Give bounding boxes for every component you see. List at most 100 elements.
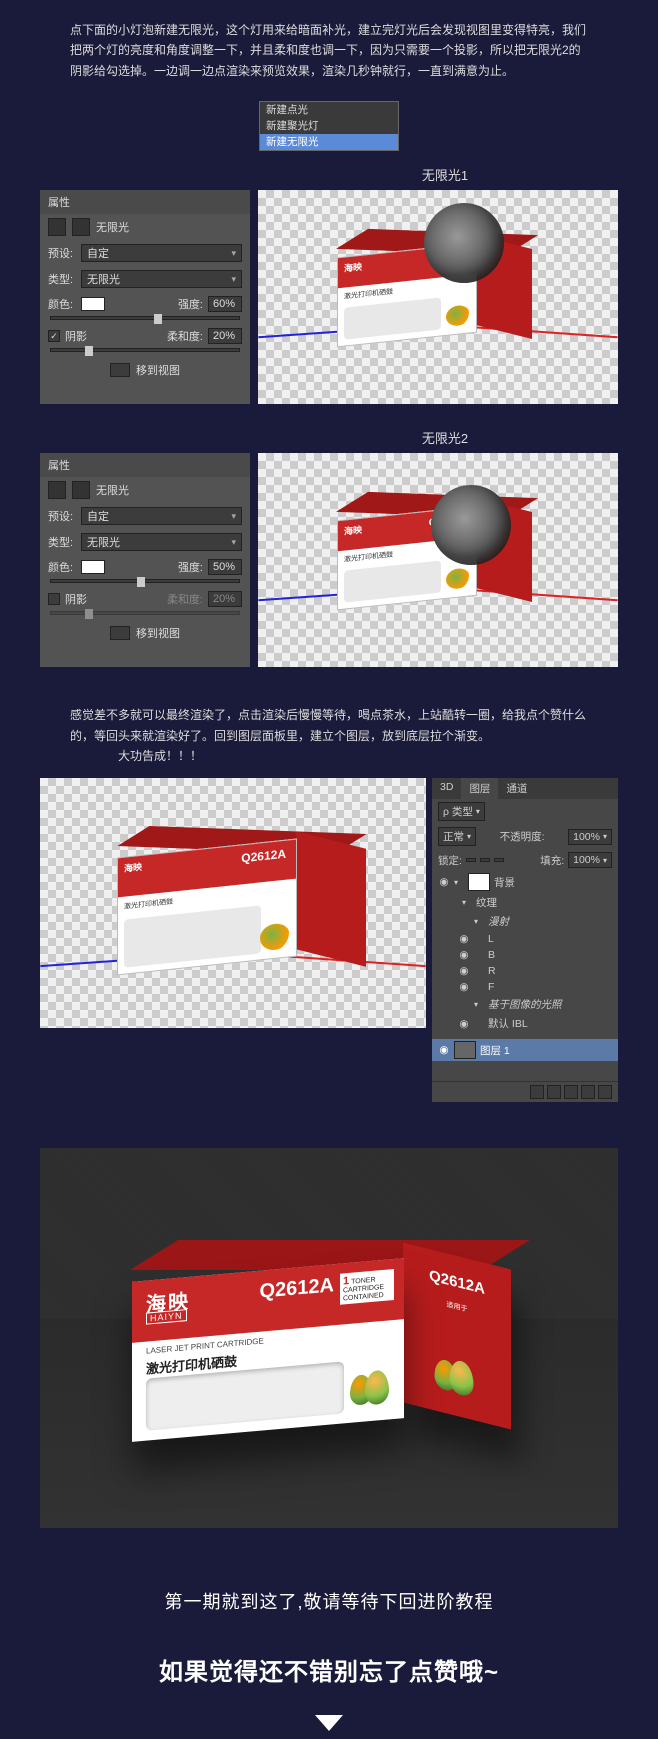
stage1-label: 无限光1: [345, 165, 545, 184]
menu-item-spot[interactable]: 新建聚光灯: [260, 118, 398, 134]
preset-label: 预设:: [48, 508, 76, 524]
layers-panel: 3D 图层 通道 ρ 类型▾ 正常▾ 不透明度: 100%▾ 锁定: 填充: 1…: [432, 778, 618, 1102]
soft-slider[interactable]: [50, 348, 240, 352]
layer-textures[interactable]: ▾ 纹理: [432, 893, 618, 912]
closing-2: 如果觉得还不错别忘了点赞哦~: [0, 1624, 658, 1697]
eye-icon[interactable]: ◉: [438, 1044, 450, 1056]
folder-icon[interactable]: [564, 1085, 578, 1099]
color-swatch[interactable]: [81, 560, 105, 574]
move-to-view-button[interactable]: 移到视图: [136, 362, 180, 378]
menu-item-infinite[interactable]: 新建无限光: [260, 134, 398, 150]
preset-select[interactable]: 自定▾: [81, 244, 242, 262]
light-name: 无限光: [96, 482, 129, 498]
soft-label: 柔和度:: [167, 591, 203, 607]
panel-head: 属性: [40, 190, 250, 214]
trash-icon[interactable]: [598, 1085, 612, 1099]
blend-mode-select[interactable]: 正常▾: [438, 827, 476, 846]
product-box-final: Q2612A 适用于 海映 HAIYN Q2612A 1TONER CARTRI…: [132, 1270, 512, 1450]
final-render: Q2612A 适用于 海映 HAIYN Q2612A 1TONER CARTRI…: [40, 1148, 618, 1528]
soft-value: 20%: [208, 591, 242, 607]
layer-f[interactable]: ◉F: [432, 979, 618, 995]
side-sub: 适用于: [415, 1291, 499, 1322]
move-to-view-button[interactable]: 移到视图: [136, 625, 180, 641]
type-select[interactable]: 无限光▾: [81, 533, 242, 551]
layer-default-ibl[interactable]: ◉默认 IBL: [432, 1014, 618, 1033]
intensity-label: 强度:: [178, 559, 203, 575]
kind-filter[interactable]: ρ 类型▾: [438, 802, 485, 821]
light-name: 无限光: [96, 219, 129, 235]
type-select[interactable]: 无限光▾: [81, 270, 242, 288]
eye-icon[interactable]: ◉: [438, 876, 450, 888]
intensity-slider[interactable]: [50, 316, 240, 320]
viewport-1: 海映 Q2612A 激光打印机硒鼓: [258, 190, 618, 404]
layer-diffuse[interactable]: ▾ 漫射: [432, 912, 618, 931]
intensity-slider[interactable]: [50, 579, 240, 583]
down-arrow-icon: [315, 1715, 343, 1731]
viewport-2: 海映 Q2612A 激光打印机硒鼓: [258, 453, 618, 667]
lock-icon[interactable]: [466, 858, 476, 862]
shadow-checkbox[interactable]: [48, 593, 60, 605]
mode-icon[interactable]: [72, 481, 90, 499]
type-label: 类型:: [48, 534, 76, 550]
new-layer-icon[interactable]: [581, 1085, 595, 1099]
layer-ibl[interactable]: ▾基于图像的光照: [432, 995, 618, 1014]
closing-1: 第一期就到这了,敬请等待下回进阶教程: [0, 1528, 658, 1624]
row-3: 海映 Q2612A 激光打印机硒鼓 3D 图层 通道 ρ 类型▾ 正常▾ 不透明…: [0, 778, 658, 1118]
done-text: 大功告成！！！: [118, 746, 202, 766]
soft-slider: [50, 611, 240, 615]
side-model: Q2612A: [430, 1267, 486, 1298]
mask-icon[interactable]: [547, 1085, 561, 1099]
mode-icon[interactable]: [72, 218, 90, 236]
shadow-label: 阴影: [65, 328, 87, 344]
lock-icon[interactable]: [480, 858, 490, 862]
stage2-label: 无限光2: [345, 428, 545, 447]
color-label: 颜色:: [48, 296, 76, 312]
bird-image: [350, 1369, 392, 1411]
menu-item-point[interactable]: 新建点光: [260, 102, 398, 118]
soft-value[interactable]: 20%: [208, 328, 242, 344]
layer-bg[interactable]: ◉ ▾ 背景: [432, 871, 618, 893]
layer-b[interactable]: ◉B: [432, 947, 618, 963]
light-icon[interactable]: [48, 481, 66, 499]
light-icon[interactable]: [48, 218, 66, 236]
panel-head: 属性: [40, 453, 250, 477]
type-label: 类型:: [48, 271, 76, 287]
fill-label: 填充:: [540, 853, 564, 868]
properties-panel-2: 属性 无限光 预设: 自定▾ 类型: 无限光▾ 颜色: 强度: 50% 阴影 柔…: [40, 453, 250, 667]
soft-label: 柔和度:: [167, 328, 203, 344]
shadow-label: 阴影: [65, 591, 87, 607]
lock-label: 锁定:: [438, 853, 462, 868]
layer-1[interactable]: ◉ 图层 1: [432, 1039, 618, 1061]
fx-icon[interactable]: [530, 1085, 544, 1099]
layer-l[interactable]: ◉L: [432, 931, 618, 947]
row-1: 属性 无限光 预设: 自定▾ 类型: 无限光▾ 颜色: 强度: 60% 阴影 柔…: [0, 190, 658, 422]
tab-layers[interactable]: 图层: [461, 778, 498, 799]
viewport-render: 海映 Q2612A 激光打印机硒鼓: [40, 778, 426, 1028]
opacity-value[interactable]: 100%▾: [568, 829, 612, 845]
properties-panel-1: 属性 无限光 预设: 自定▾ 类型: 无限光▾ 颜色: 强度: 60% 阴影 柔…: [40, 190, 250, 404]
mid-text: 感觉差不多就可以最终渲染了，点击渲染后慢慢等待，喝点茶水，上站酷转一圈，给我点个…: [0, 685, 658, 778]
row-2: 属性 无限光 预设: 自定▾ 类型: 无限光▾ 颜色: 强度: 50% 阴影 柔…: [0, 453, 658, 685]
intensity-value[interactable]: 50%: [208, 559, 242, 575]
color-label: 颜色:: [48, 559, 76, 575]
move-icon[interactable]: [110, 363, 130, 377]
preset-select[interactable]: 自定▾: [81, 507, 242, 525]
move-icon[interactable]: [110, 626, 130, 640]
light-gizmo[interactable]: [431, 485, 511, 565]
intensity-value[interactable]: 60%: [208, 296, 242, 312]
layers-toolbar: [432, 1081, 618, 1102]
color-swatch[interactable]: [81, 297, 105, 311]
lock-icon[interactable]: [494, 858, 504, 862]
layer-r[interactable]: ◉R: [432, 963, 618, 979]
fill-value[interactable]: 100%▾: [568, 852, 612, 868]
tab-3d[interactable]: 3D: [432, 778, 461, 799]
shadow-checkbox[interactable]: [48, 330, 60, 342]
toner-badge: 1TONER CARTRIDGECONTAINED: [340, 1269, 394, 1305]
opacity-label: 不透明度:: [500, 829, 545, 844]
tab-channels[interactable]: 通道: [498, 778, 535, 799]
light-gizmo[interactable]: [424, 203, 504, 283]
intensity-label: 强度:: [178, 296, 203, 312]
intro-text: 点下面的小灯泡新建无限光，这个灯用来给暗面补光，建立完灯光后会发现视图里变得特亮…: [0, 0, 658, 93]
preset-label: 预设:: [48, 245, 76, 261]
product-box-rendered: 海映 Q2612A 激光打印机硒鼓: [117, 848, 367, 978]
